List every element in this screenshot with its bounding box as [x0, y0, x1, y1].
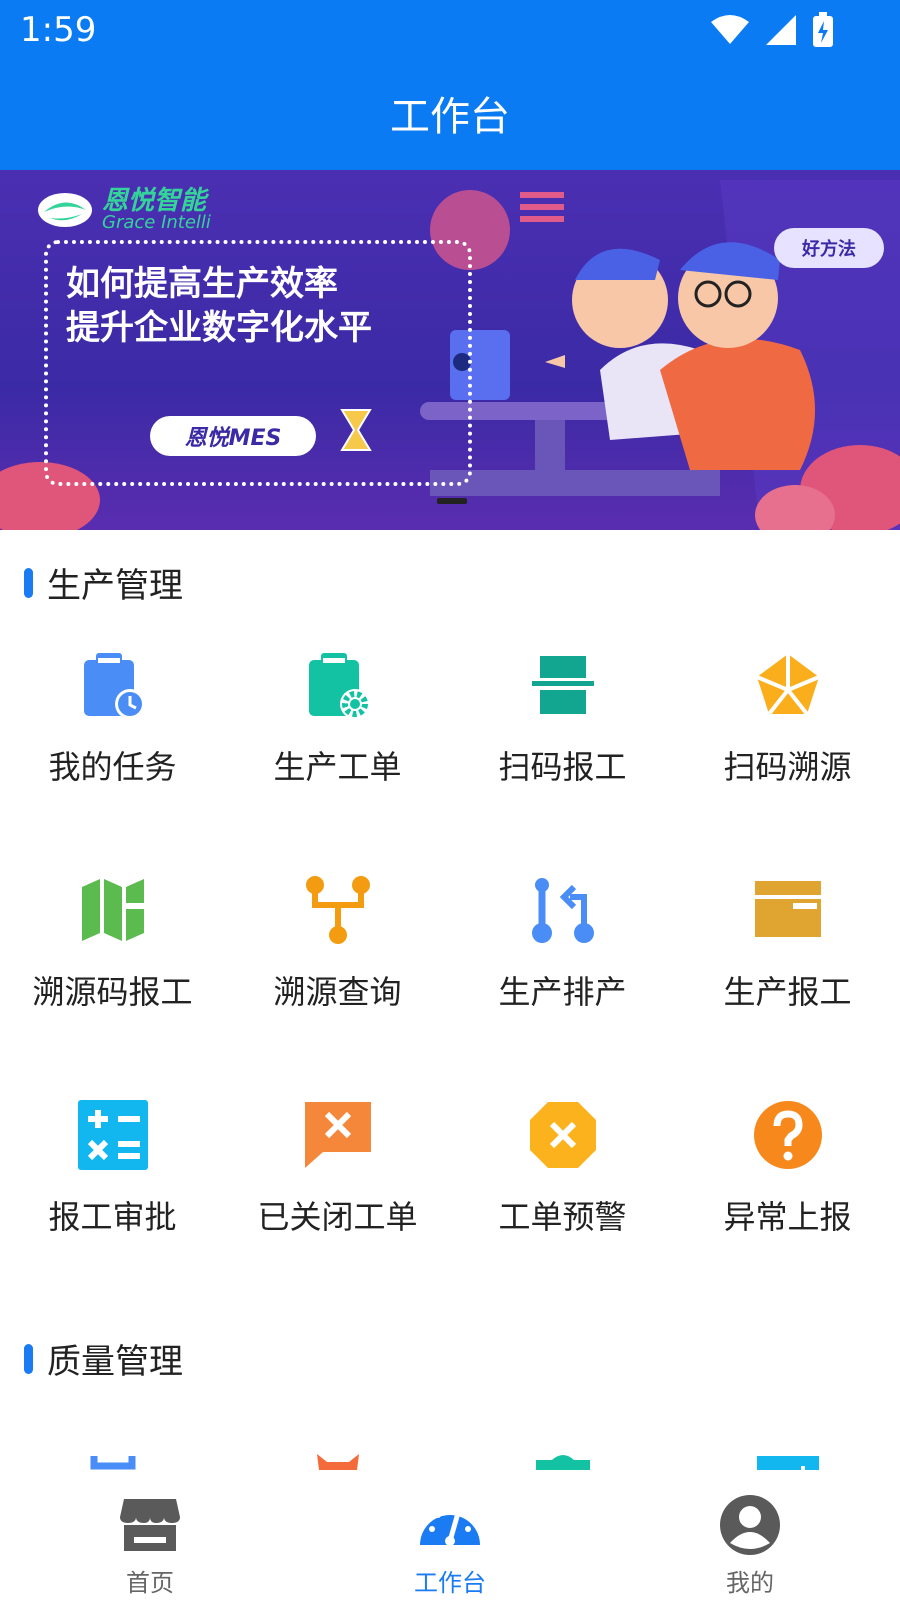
tab-label: 工作台	[414, 1569, 486, 1597]
pull-request-icon	[531, 878, 594, 943]
question-icon	[753, 1101, 822, 1169]
menu-item-label: 异常上报	[723, 1198, 852, 1236]
battery-icon	[813, 12, 833, 47]
carousel-indicator[interactable]	[437, 498, 467, 504]
menu-item-label: 生产排产	[498, 973, 627, 1011]
status-icons	[710, 12, 834, 48]
menu-item-quality-2[interactable]	[225, 1452, 450, 1470]
menu-item-quality-1[interactable]	[0, 1452, 225, 1470]
page-title: 工作台	[390, 94, 510, 140]
menu-item-order-warning[interactable]: 工单预警	[450, 1060, 675, 1285]
quality-icon-1	[90, 1456, 135, 1470]
banner-headline: 如何提高生产效率 提升企业数字化水平	[66, 262, 372, 350]
tab-workbench[interactable]: 工作台	[300, 1475, 600, 1600]
menu-item-label: 扫码溯源	[723, 748, 852, 786]
menu-item-label: 溯源码报工	[32, 973, 193, 1011]
clipboard-clock-icon	[83, 653, 145, 719]
menu-item-label: 我的任务	[48, 748, 177, 786]
menu-item-quality-3[interactable]	[450, 1452, 675, 1470]
headline-line2: 提升企业数字化水平	[66, 308, 372, 348]
menu-item-closed-orders[interactable]: 已关闭工单	[225, 1060, 450, 1285]
menu-item-exception-report[interactable]: 异常上报	[675, 1060, 900, 1285]
menu-item-label: 工单预警	[498, 1198, 627, 1236]
tab-label: 我的	[726, 1569, 774, 1597]
quality-icon-3	[535, 1455, 590, 1470]
headline-line1: 如何提高生产效率	[66, 264, 338, 304]
menu-item-label: 溯源查询	[273, 973, 402, 1011]
card-icon	[754, 881, 821, 937]
pentagon-star-icon	[755, 654, 820, 716]
menu-item-quality-4[interactable]	[675, 1452, 900, 1470]
brand-mark-icon	[38, 193, 92, 227]
status-time: 1:59	[20, 10, 97, 50]
clipboard-gear-icon	[308, 653, 370, 719]
menu-item-my-tasks[interactable]: 我的任务	[0, 610, 225, 835]
section-accent-bar	[24, 567, 33, 598]
menu-item-scheduling[interactable]: 生产排产	[450, 835, 675, 1060]
tab-mine[interactable]: 我的	[600, 1475, 900, 1600]
menu-item-scan-trace[interactable]: 扫码溯源	[675, 610, 900, 835]
map-icon	[81, 879, 146, 941]
menu-item-trace-query[interactable]: 溯源查询	[225, 835, 450, 1060]
menu-item-label: 已关闭工单	[257, 1198, 418, 1236]
section-title-text: 质量管理	[47, 1342, 183, 1382]
menu-item-label: 生产工单	[273, 748, 402, 786]
octagon-close-icon	[529, 1102, 596, 1168]
brand-logo: 恩悦智能 Grace Intelli	[36, 188, 211, 232]
menu-item-label: 扫码报工	[498, 748, 627, 786]
quality-icon-2	[316, 1454, 359, 1470]
speech-bubble: 好方法	[774, 228, 884, 268]
menu-item-production-orders[interactable]: 生产工单	[225, 610, 450, 835]
user-icon	[720, 1495, 780, 1555]
quality-icon-4	[756, 1456, 819, 1470]
menu-item-scan-report[interactable]: 扫码报工	[450, 610, 675, 835]
section-title-production: 生产管理	[24, 558, 183, 607]
tab-label: 首页	[126, 1569, 174, 1597]
menu-item-report-approval[interactable]: 报工审批	[0, 1060, 225, 1285]
menu-item-label: 报工审批	[48, 1198, 177, 1236]
branch-icon	[305, 876, 370, 944]
production-menu-grid: 我的任务 生产工单 扫码报工 扫码溯源 溯源码报工 溯源查询 生产排产 生产报工…	[0, 610, 900, 1285]
brand-name: 恩悦智能	[102, 186, 207, 216]
section-accent-bar	[24, 1343, 33, 1374]
menu-item-label: 生产报工	[723, 973, 852, 1011]
hourglass-icon	[340, 409, 372, 451]
section-title-quality: 质量管理	[24, 1334, 183, 1383]
scan-lines-icon	[531, 656, 594, 714]
brand-english: Grace Intelli	[102, 212, 211, 233]
dashboard-icon	[420, 1512, 480, 1546]
menu-item-trace-code-report[interactable]: 溯源码报工	[0, 835, 225, 1060]
tab-home[interactable]: 首页	[0, 1475, 300, 1600]
signal-icon	[766, 15, 796, 45]
section-title-text: 生产管理	[47, 566, 183, 606]
promo-banner[interactable]: 恩悦智能 Grace Intelli 如何提高生产效率 提升企业数字化水平 恩悦…	[0, 170, 900, 530]
menu-item-production-report[interactable]: 生产报工	[675, 835, 900, 1060]
calculator-icon	[77, 1100, 148, 1170]
app-header: 1:59 工作台	[0, 0, 900, 170]
quality-menu-peek	[0, 1452, 900, 1470]
mes-pill: 恩悦MES	[150, 416, 316, 456]
wifi-icon	[711, 15, 749, 44]
store-icon	[120, 1499, 180, 1551]
bottom-tab-bar: 首页 工作台 我的	[0, 1475, 900, 1600]
chat-close-icon	[304, 1102, 371, 1168]
